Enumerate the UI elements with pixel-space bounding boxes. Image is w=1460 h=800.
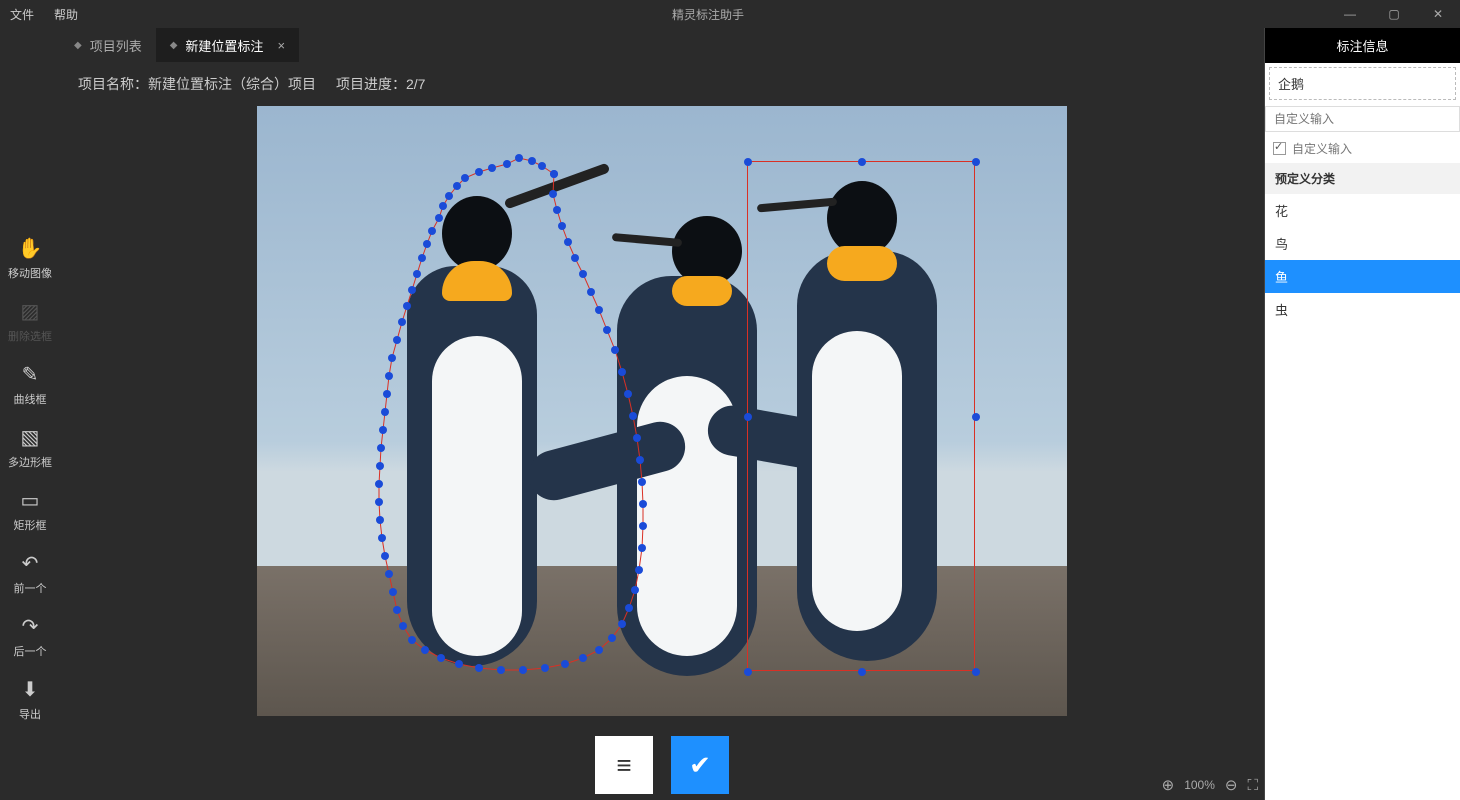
tab-label: 新建位置标注 (185, 36, 263, 55)
custom-label-input[interactable] (1265, 106, 1460, 132)
resize-handle[interactable] (744, 413, 752, 421)
zoom-out-icon[interactable]: ⊖ (1225, 776, 1238, 794)
checkbox-label: 自定义输入 (1292, 140, 1352, 157)
tool-label: 多边形框 (8, 454, 52, 470)
confirm-button[interactable]: ✔ (671, 736, 729, 794)
tool-prev[interactable]: ↶ 前一个 (0, 543, 60, 606)
main-area: ◆ 项目列表 ◆ 新建位置标注 × 项目名称：新建位置标注（综合）项目 项目进度… (60, 28, 1264, 800)
category-item[interactable]: 花 (1265, 194, 1460, 227)
tool-label: 删除选框 (8, 328, 52, 344)
rect-annotation[interactable] (747, 161, 975, 671)
tab-project-list[interactable]: ◆ 项目列表 (60, 28, 156, 62)
status-bar: ⊕ 100% ⊖ ⛶ (1162, 776, 1258, 794)
export-icon: ⬇ (22, 677, 39, 702)
resize-handle[interactable] (972, 413, 980, 421)
custom-input-checkbox[interactable]: 自定义输入 (1265, 134, 1460, 163)
undo-arrow-icon: ↶ (22, 551, 39, 576)
resize-handle[interactable] (744, 668, 752, 676)
menu-icon: ≡ (616, 750, 631, 781)
diamond-icon: ◆ (170, 40, 178, 51)
tool-label: 前一个 (14, 580, 47, 596)
curve-icon: ✎ (22, 362, 39, 387)
project-info-bar: 项目名称：新建位置标注（综合）项目 项目进度：2/7 (60, 62, 1264, 106)
predefined-categories-header: 预定义分类 (1265, 163, 1460, 194)
close-tab-icon[interactable]: × (277, 38, 285, 53)
resize-handle[interactable] (858, 158, 866, 166)
tool-label: 曲线框 (14, 391, 47, 407)
tab-current-annotation[interactable]: ◆ 新建位置标注 × (156, 28, 299, 62)
tool-delete-box[interactable]: ▨ 删除选框 (0, 291, 60, 354)
tool-export[interactable]: ⬇ 导出 (0, 669, 60, 732)
titlebar: 文件 帮助 精灵标注助手 — ▢ ✕ (0, 0, 1460, 28)
window-close-icon[interactable]: ✕ (1416, 7, 1460, 21)
fullscreen-icon[interactable]: ⛶ (1247, 777, 1258, 794)
tool-label: 移动图像 (8, 265, 52, 281)
check-icon: ✔ (689, 750, 711, 781)
tool-polygon-box[interactable]: ▧ 多边形框 (0, 417, 60, 480)
polygon-icon: ▧ (21, 425, 40, 450)
annotation-panel: 标注信息 企鹅 自定义输入 预定义分类 花鸟鱼虫 (1264, 28, 1460, 800)
tool-label: 导出 (19, 706, 41, 722)
resize-handle[interactable] (972, 158, 980, 166)
zoom-in-icon[interactable]: ⊕ (1162, 776, 1175, 794)
delete-selection-icon: ▨ (21, 299, 40, 324)
menu-file[interactable]: 文件 (0, 6, 44, 23)
category-list: 花鸟鱼虫 (1265, 194, 1460, 326)
project-progress: 项目进度：2/7 (336, 74, 425, 94)
hand-icon: ✋ (18, 236, 43, 261)
tool-label: 后一个 (14, 643, 47, 659)
canvas-wrap: ≡ ✔ ⊕ 100% ⊖ ⛶ (60, 106, 1264, 800)
image-canvas[interactable] (257, 106, 1067, 716)
zoom-value: 100% (1184, 778, 1215, 792)
tool-label: 矩形框 (14, 517, 47, 533)
tab-bar: ◆ 项目列表 ◆ 新建位置标注 × (60, 28, 1264, 62)
rect-icon: ▭ (21, 488, 40, 513)
resize-handle[interactable] (744, 158, 752, 166)
diamond-icon: ◆ (74, 40, 82, 51)
menu-help[interactable]: 帮助 (44, 6, 88, 23)
panel-title: 标注信息 (1265, 28, 1460, 63)
category-item[interactable]: 鱼 (1265, 260, 1460, 293)
resize-handle[interactable] (972, 668, 980, 676)
options-button[interactable]: ≡ (595, 736, 653, 794)
tool-move-image[interactable]: ✋ 移动图像 (0, 228, 60, 291)
app-title: 精灵标注助手 (88, 6, 1328, 23)
tool-rect-box[interactable]: ▭ 矩形框 (0, 480, 60, 543)
window-maximize-icon[interactable]: ▢ (1372, 7, 1416, 21)
current-label-box[interactable]: 企鹅 (1269, 67, 1456, 100)
tab-label: 项目列表 (90, 36, 142, 55)
category-item[interactable]: 虫 (1265, 293, 1460, 326)
tool-next[interactable]: ↷ 后一个 (0, 606, 60, 669)
project-name: 项目名称：新建位置标注（综合）项目 (78, 74, 316, 94)
left-toolbar: ✋ 移动图像 ▨ 删除选框 ✎ 曲线框 ▧ 多边形框 ▭ 矩形框 ↶ 前一个 ↷… (0, 28, 60, 800)
window-minimize-icon[interactable]: — (1328, 7, 1372, 21)
checkbox-icon (1273, 142, 1286, 155)
redo-arrow-icon: ↷ (22, 614, 39, 639)
resize-handle[interactable] (858, 668, 866, 676)
tool-curve-box[interactable]: ✎ 曲线框 (0, 354, 60, 417)
category-item[interactable]: 鸟 (1265, 227, 1460, 260)
bottom-action-bar: ≡ ✔ (595, 736, 729, 794)
